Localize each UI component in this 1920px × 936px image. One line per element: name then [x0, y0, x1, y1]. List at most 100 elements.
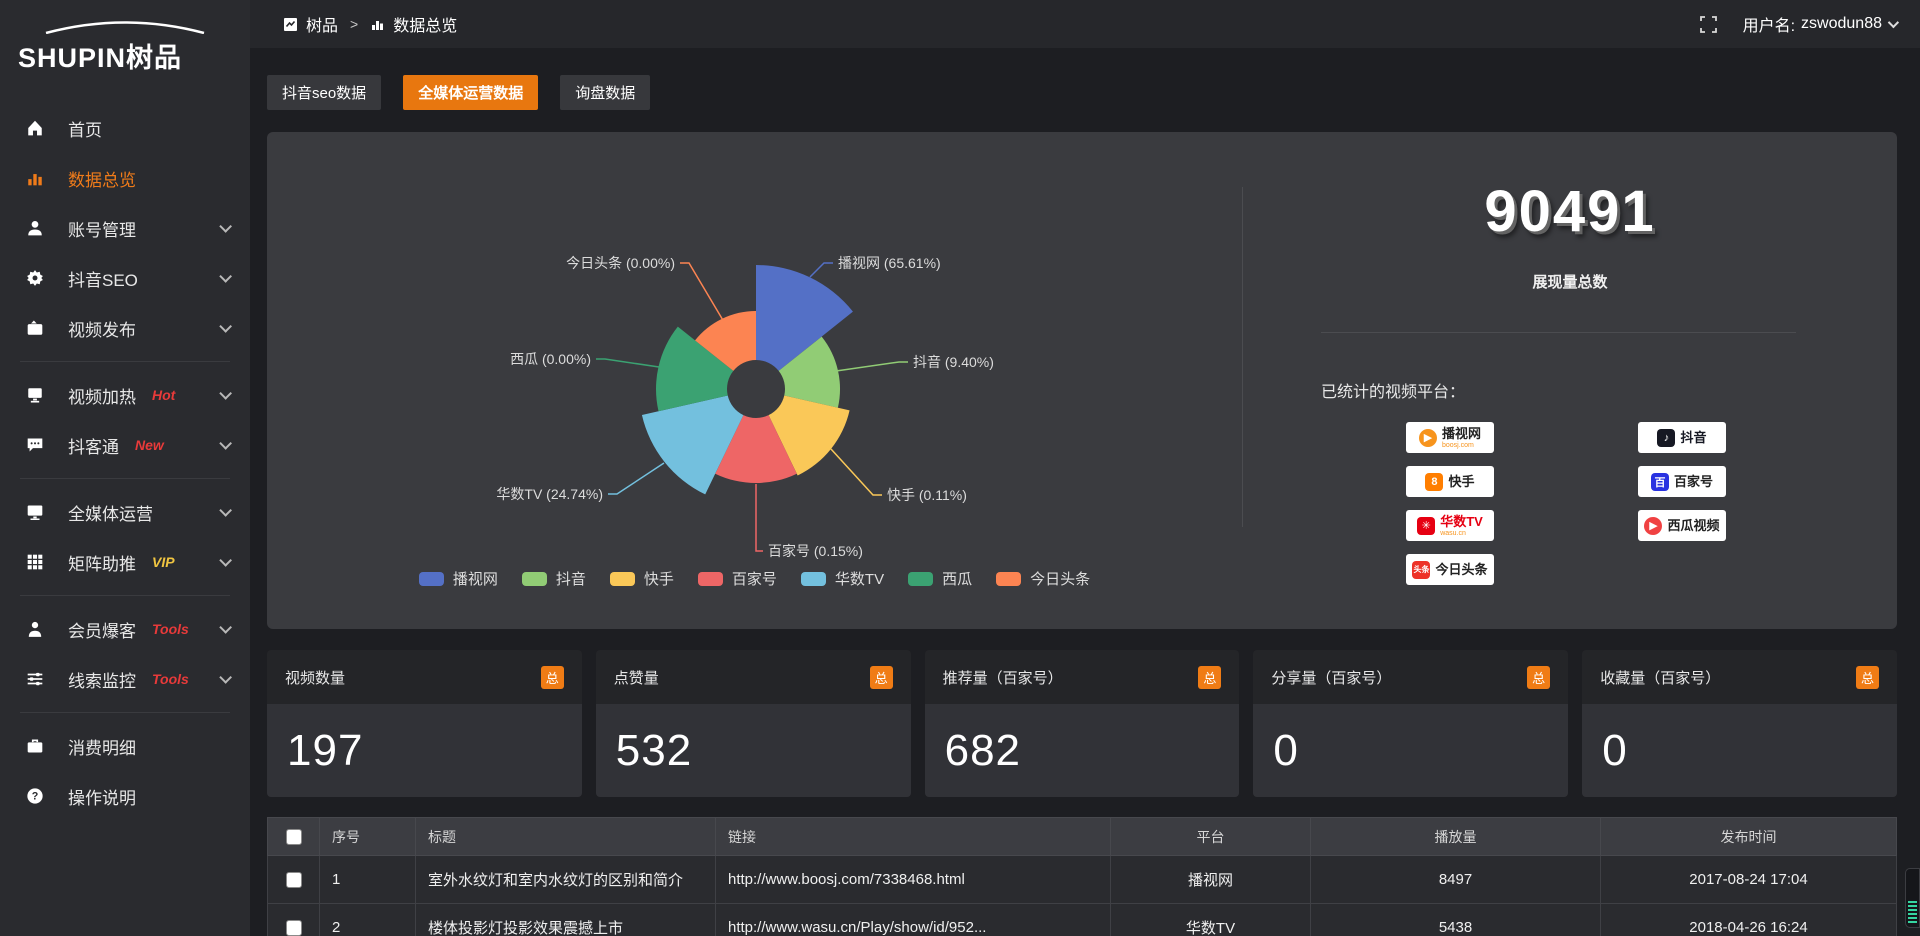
legend-swatch [801, 572, 826, 586]
legend-label: 今日头条 [1030, 568, 1090, 589]
select-all-checkbox[interactable] [286, 829, 302, 845]
sidebar-item-consumption-details[interactable]: 消费明细 [0, 721, 250, 771]
tab-douyin-seo-data[interactable]: 抖音seo数据 [267, 75, 381, 110]
username-value: zswodun88 [1801, 15, 1882, 33]
sidebar-item-label: 线索监控 [68, 667, 136, 692]
content: 抖音seo数据全媒体运营数据询盘数据 播视网 (65.61%)抖音 (9.40%… [250, 48, 1920, 936]
stat-card-label: 收藏量（百家号） [1600, 667, 1720, 688]
chat-icon [26, 436, 44, 454]
sidebar-item-label: 抖音SEO [68, 266, 138, 291]
platform-badge-douyin: ♪ 抖音 [1638, 422, 1726, 453]
cell-link[interactable]: http://www.wasu.cn/Play/show/id/952... [716, 904, 1111, 936]
app-root: SHUPIN树品 首页数据总览账号管理抖音SEO视频发布视频加热Hot抖客通Ne… [0, 0, 1920, 936]
chevron-down-icon [219, 554, 232, 567]
stat-card-body: 532 [596, 704, 911, 797]
tab-omnimedia-operation-data[interactable]: 全媒体运营数据 [403, 75, 538, 110]
pie-slice-4[interactable] [642, 395, 743, 494]
brand-name-cn: 树品 [126, 43, 182, 73]
question-icon: ? [26, 787, 44, 805]
sidebar-item-label: 矩阵助推 [68, 550, 136, 575]
sidebar-item-operation-guide[interactable]: ?操作说明 [0, 771, 250, 821]
breadcrumb-root[interactable]: 树品 [306, 12, 338, 36]
cell-plays: 5438 [1311, 904, 1601, 936]
tab-inquiry-data[interactable]: 询盘数据 [560, 75, 650, 110]
stat-card-header: 分享量（百家号）总 [1253, 650, 1568, 704]
platform-name: 抖音 [1680, 431, 1706, 444]
breadcrumb-current[interactable]: 数据总览 [393, 12, 457, 36]
cell-publish-time: 2017-08-24 17:04 [1601, 856, 1897, 904]
stat-card-like-count: 点赞量总532 [596, 650, 911, 797]
chevron-down-icon [219, 504, 232, 517]
heat-icon [26, 386, 44, 404]
chevron-down-icon [1888, 17, 1899, 28]
pie-label: 百家号 (0.15%) [768, 543, 863, 559]
stat-card-label: 推荐量（百家号） [943, 667, 1063, 688]
sidebar-item-data-overview[interactable]: 数据总览 [0, 153, 250, 203]
scrollbar-widget[interactable] [1905, 868, 1920, 928]
sidebar-item-member-baoke[interactable]: 会员爆客Tools [0, 604, 250, 654]
cell-title[interactable]: 室外水纹灯和室内水纹灯的区别和简介 [416, 856, 716, 904]
sidebar-item-home[interactable]: 首页 [0, 103, 250, 153]
sidebar-item-tag: Tools [152, 671, 189, 687]
boshiwang-logo-icon: ▶ [1419, 429, 1437, 447]
sidebar-item-video-heating[interactable]: 视频加热Hot [0, 370, 250, 420]
cell-platform: 华数TV [1111, 904, 1311, 936]
grid-icon [26, 553, 44, 571]
platform-name: 今日头条 [1435, 563, 1487, 576]
sidebar: SHUPIN树品 首页数据总览账号管理抖音SEO 视频发布视频加热Hot抖客通Ne… [0, 0, 250, 936]
table-row: 1室外水纹灯和室内水纹灯的区别和简介http://www.boosj.com/7… [268, 856, 1897, 904]
sidebar-divider [20, 595, 230, 596]
stat-card-label: 分享量（百家号） [1271, 667, 1391, 688]
pie-leader-line [810, 263, 833, 277]
cell-index: 2 [320, 904, 416, 936]
rose-chart: 播视网 (65.61%)抖音 (9.40%)快手 (0.11%)百家号 (0.1… [267, 132, 1242, 629]
sidebar-item-matrix-boost[interactable]: 矩阵助推VIP [0, 537, 250, 587]
legend-swatch [908, 572, 933, 586]
baijiahao-logo-icon: 百 [1651, 473, 1669, 491]
column-header-2: 链接 [716, 818, 1111, 856]
member-icon [26, 620, 44, 638]
sidebar-item-omnimedia-operation[interactable]: 全媒体运营 [0, 487, 250, 537]
user-menu[interactable]: 用户名: zswodun88 [1743, 12, 1896, 36]
xigua-logo-icon: ▶ [1644, 517, 1662, 535]
total-badge: 总 [1856, 666, 1879, 689]
video-icon [26, 319, 44, 337]
brand-name-en: SHUPIN [18, 43, 126, 73]
sidebar-item-lead-monitoring[interactable]: 线索监控 Tools [0, 654, 250, 704]
sidebar-item-label: 视频发布 [68, 316, 136, 341]
row-checkbox[interactable] [286, 872, 302, 888]
total-badge: 总 [1198, 666, 1221, 689]
stat-card-value: 682 [945, 726, 1021, 776]
sidebar-item-douketong[interactable]: 抖客通New [0, 420, 250, 470]
sidebar-item-account-management[interactable]: 账号管理 [0, 203, 250, 253]
topbar: 树品 > 数据总览 用户名: zswodun88 [250, 0, 1920, 48]
stat-card-favorite-count: 收藏量（百家号） 总 0 [1582, 650, 1897, 797]
platform-badge-baijiahao: 百百家号 [1638, 466, 1726, 497]
legend-label: 抖音 [556, 568, 586, 589]
fullscreen-icon[interactable] [1700, 16, 1717, 33]
legend-item[interactable]: 今日头条 [996, 568, 1090, 589]
douyin-logo-icon: ♪ [1657, 429, 1675, 447]
cell-title[interactable]: 楼体投影灯投影效果震撼上市 [416, 904, 716, 936]
stat-card-body: 0 [1582, 704, 1897, 797]
impressions-total: 90491 [1243, 178, 1897, 245]
sidebar-item-video-publish[interactable]: 视频发布 [0, 303, 250, 353]
column-header-1: 标题 [416, 818, 716, 856]
legend-item[interactable]: 百家号 [698, 568, 777, 589]
platform-name: 华数TV [1440, 515, 1483, 528]
legend-item[interactable]: 快手 [610, 568, 674, 589]
kuaishou-logo-icon: 8 [1425, 473, 1443, 491]
row-checkbox[interactable] [286, 920, 302, 936]
legend-item[interactable]: 华数TV [801, 568, 884, 589]
stat-card-header: 收藏量（百家号） 总 [1582, 650, 1897, 704]
stat-card-body: 0 [1253, 704, 1568, 797]
legend-item[interactable]: 抖音 [522, 568, 586, 589]
summary-area: 90491 展现量总数 已统计的视频平台： ▶播视网boosj.com♪抖音8快… [1243, 132, 1897, 629]
legend-item[interactable]: 西瓜 [908, 568, 972, 589]
legend-item[interactable]: 播视网 [419, 568, 498, 589]
rose-chart-area: 播视网 (65.61%)抖音 (9.40%)快手 (0.11%)百家号 (0.1… [267, 132, 1242, 629]
sidebar-item-label: 全媒体运营 [68, 500, 153, 525]
username-label: 用户名: [1743, 12, 1795, 36]
cell-link[interactable]: http://www.boosj.com/7338468.html [716, 856, 1111, 904]
sidebar-item-douyin-seo[interactable]: 抖音SEO [0, 253, 250, 303]
